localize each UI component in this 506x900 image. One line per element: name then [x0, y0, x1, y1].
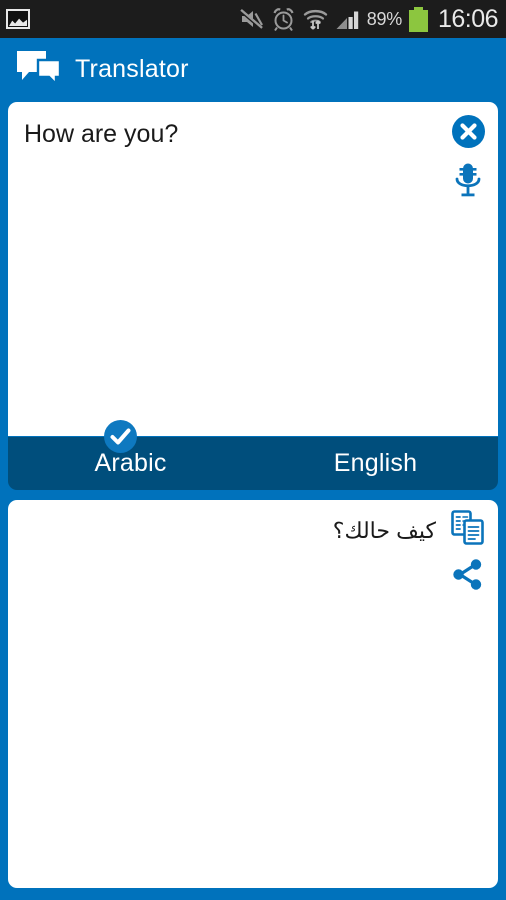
wifi-transfer-icon: [303, 9, 327, 30]
translation-output-panel[interactable]: كيف حالك؟: [8, 500, 498, 888]
target-language-label: English: [333, 449, 418, 477]
language-selector-bar[interactable]: Arabic English: [8, 437, 498, 490]
app-header: Translator: [0, 38, 506, 100]
clear-text-button[interactable]: [452, 115, 485, 148]
chat-bubbles-icon: [17, 51, 62, 87]
status-bar-clock: 16:06: [437, 4, 499, 33]
alarm-icon: [273, 7, 294, 31]
source-text-panel[interactable]: How are you?: [8, 102, 498, 436]
signal-bars-icon: [336, 11, 358, 29]
battery-icon: [408, 6, 428, 32]
microphone-icon[interactable]: [452, 162, 484, 198]
copy-icon[interactable]: [451, 510, 485, 546]
gallery-icon: [6, 9, 30, 29]
check-circle-icon: [104, 420, 137, 453]
target-language-option[interactable]: English: [253, 437, 498, 490]
status-bar-left-icons: [6, 9, 30, 29]
status-bar-right-icons: 89% 16:06: [239, 4, 499, 34]
mute-icon: [239, 9, 263, 30]
source-text[interactable]: How are you?: [24, 119, 438, 149]
battery-percentage: 89%: [366, 8, 402, 29]
app-title: Translator: [75, 54, 189, 83]
source-language-label: Arabic: [94, 449, 167, 477]
share-icon[interactable]: [451, 558, 484, 591]
status-bar: 89% 16:06: [0, 0, 506, 38]
translated-text: كيف حالك؟: [332, 518, 436, 543]
